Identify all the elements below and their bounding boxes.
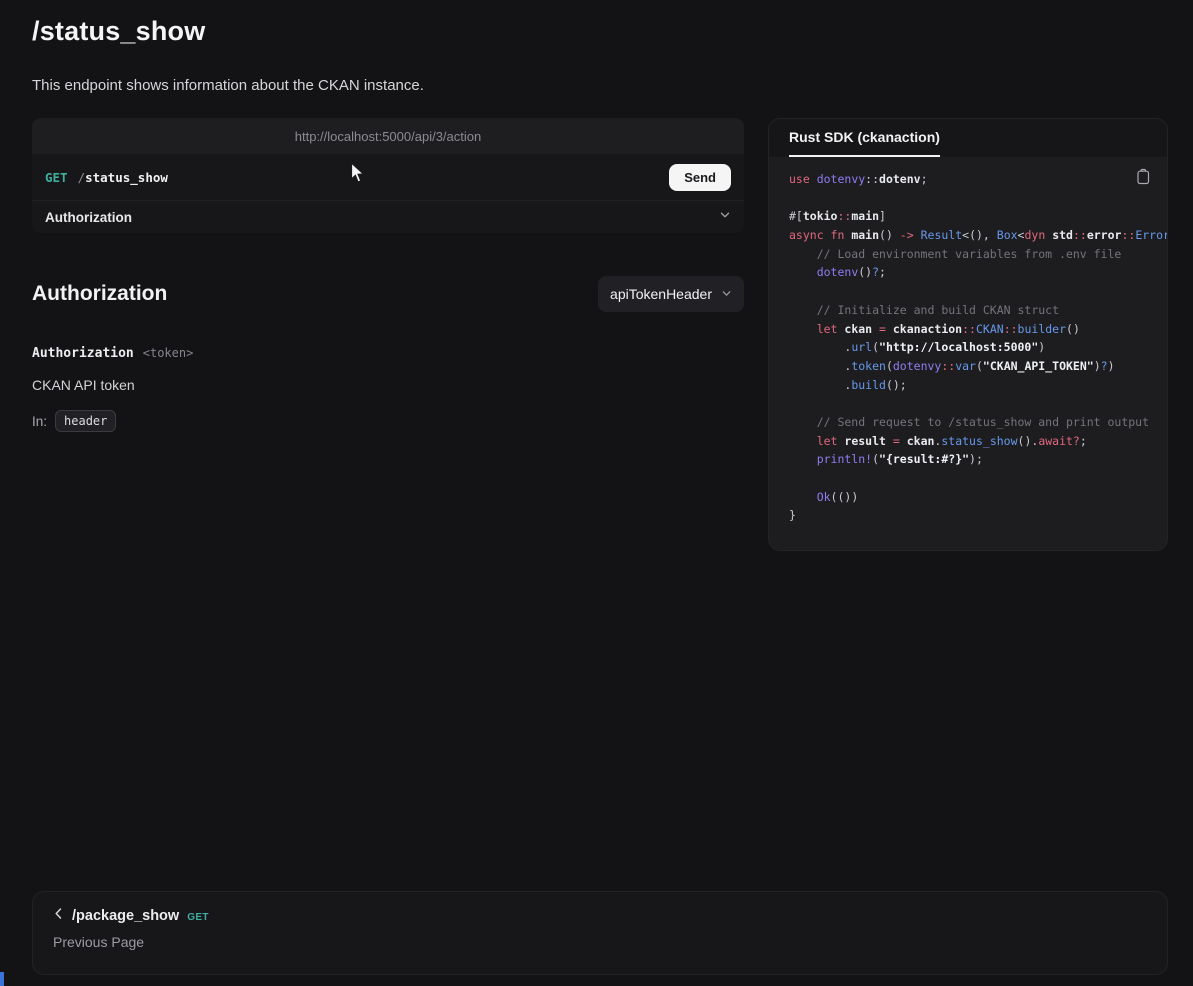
chevron-left-icon <box>53 907 64 925</box>
page-title: /status_show <box>32 16 205 47</box>
code-line: .token(dotenvy::var("CKAN_API_TOKEN")?) <box>789 357 1167 376</box>
page: /status_show This endpoint shows informa… <box>0 0 1193 986</box>
endpoint-path-name: status_show <box>85 170 168 185</box>
code-line <box>789 189 1167 208</box>
previous-page-row: /package_show GET <box>53 907 1147 925</box>
code-line: #[tokio::main] <box>789 207 1167 226</box>
code-block: use dotenvy::dotenv; #[tokio::main]async… <box>769 157 1167 550</box>
copy-code-button[interactable] <box>1134 166 1153 190</box>
auth-param-description: CKAN API token <box>32 377 135 393</box>
code-line: .build(); <box>789 376 1167 395</box>
sdk-example-panel: Rust SDK (ckanaction) use dotenvy::doten… <box>768 118 1168 551</box>
sdk-tab-rust[interactable]: Rust SDK (ckanaction) <box>789 119 940 157</box>
server-url-bar[interactable]: http://localhost:5000/api/3/action <box>32 118 744 154</box>
code-line: let result = ckan.status_show().await?; <box>789 432 1167 451</box>
chevron-down-icon <box>719 208 731 226</box>
code-line: let ckan = ckanaction::CKAN::builder() <box>789 320 1167 339</box>
code-line: // Send request to /status_show and prin… <box>789 413 1167 432</box>
previous-endpoint-method: GET <box>187 910 209 923</box>
authorization-section-header: Authorization apiTokenHeader <box>32 276 744 312</box>
code-line: Ok(()) <box>789 488 1167 507</box>
auth-in-label: In: <box>32 414 47 429</box>
send-button[interactable]: Send <box>669 164 731 191</box>
code-line: dotenv()?; <box>789 263 1167 282</box>
bottom-left-accent-bar <box>0 972 4 986</box>
code-line <box>789 469 1167 488</box>
server-url: http://localhost:5000/api/3/action <box>295 129 481 144</box>
previous-page-card[interactable]: /package_show GET Previous Page <box>32 891 1168 975</box>
auth-param-type: <token> <box>143 346 194 360</box>
sdk-panel-header: Rust SDK (ckanaction) <box>769 119 1167 157</box>
code-line: .url("http://localhost:5000") <box>789 338 1167 357</box>
code-line: // Load environment variables from .env … <box>789 245 1167 264</box>
authorization-collapsible-row[interactable]: Authorization <box>32 200 744 233</box>
request-tester-card: http://localhost:5000/api/3/action GET /… <box>32 118 744 233</box>
page-description: This endpoint shows information about th… <box>32 77 424 94</box>
auth-param-row: Authorization <token> <box>32 346 193 361</box>
auth-scheme-selected: apiTokenHeader <box>610 286 712 302</box>
request-row: GET /status_show Send <box>32 154 744 200</box>
auth-scheme-dropdown[interactable]: apiTokenHeader <box>598 276 744 312</box>
endpoint-path-slash: / <box>78 170 86 185</box>
code-line: // Initialize and build CKAN struct <box>789 301 1167 320</box>
code-line: async fn main() -> Result<(), Box<dyn st… <box>789 226 1167 245</box>
previous-page-label: Previous Page <box>53 934 1147 950</box>
code-line <box>789 394 1167 413</box>
authorization-row-label: Authorization <box>45 210 132 225</box>
auth-in-value-badge: header <box>55 410 116 432</box>
code-line: println!("{result:#?}"); <box>789 450 1167 469</box>
code-line: } <box>789 506 1167 525</box>
clipboard-icon <box>1136 173 1151 188</box>
chevron-down-icon <box>721 286 732 302</box>
method-badge: GET <box>45 170 68 185</box>
authorization-heading: Authorization <box>32 282 167 306</box>
auth-param-name: Authorization <box>32 346 134 361</box>
code-line <box>789 282 1167 301</box>
code-line: use dotenvy::dotenv; <box>789 170 1167 189</box>
endpoint-path: /status_show <box>78 170 168 185</box>
auth-in-row: In: header <box>32 410 116 432</box>
previous-endpoint-path: /package_show <box>72 908 179 924</box>
